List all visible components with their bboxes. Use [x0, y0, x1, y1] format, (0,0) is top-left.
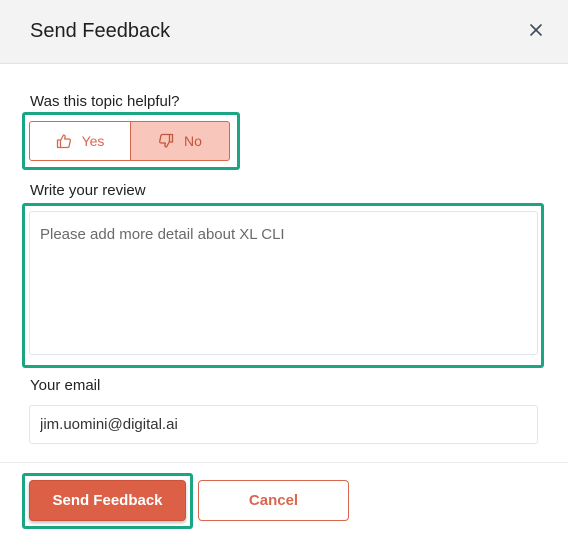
- helpful-label: Was this topic helpful?: [30, 93, 180, 110]
- no-button[interactable]: No: [130, 121, 230, 161]
- yes-label: Yes: [81, 133, 105, 149]
- close-icon[interactable]: [525, 19, 547, 41]
- cancel-button[interactable]: Cancel: [198, 480, 349, 521]
- yes-button[interactable]: Yes: [29, 121, 131, 161]
- thumbs-down-icon: [159, 133, 174, 148]
- email-field[interactable]: [29, 405, 538, 444]
- thumbs-up-icon: [56, 134, 71, 149]
- review-label: Write your review: [30, 182, 146, 199]
- dialog-title: Send Feedback: [30, 20, 171, 42]
- no-label: No: [184, 133, 202, 149]
- dialog-header: Send Feedback: [0, 0, 568, 64]
- helpful-toggle-group: Yes No: [29, 121, 230, 161]
- footer-divider: [0, 462, 568, 463]
- send-feedback-button[interactable]: Send Feedback: [29, 480, 186, 521]
- review-textarea[interactable]: [29, 211, 538, 355]
- send-feedback-dialog: Send Feedback Was this topic helpful? Ye…: [0, 0, 568, 539]
- email-label: Your email: [30, 377, 101, 394]
